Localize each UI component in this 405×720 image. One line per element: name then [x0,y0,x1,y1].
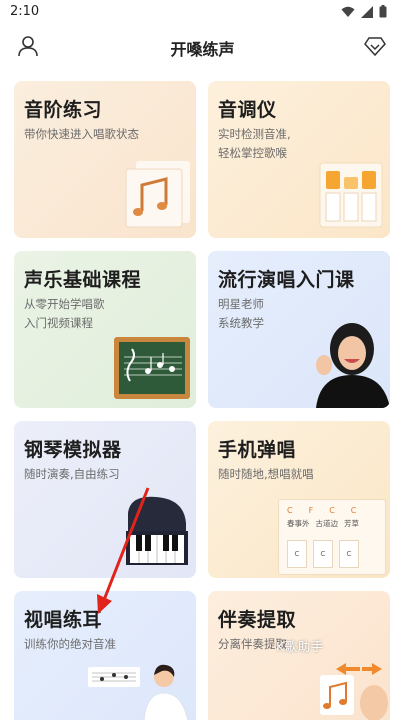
chord-key: C [313,540,333,568]
card-subtitle: 随时演奏,自由练习 [24,467,120,481]
card-pop-singing-course[interactable]: 流行演唱入门课 明星老师 系统教学 [208,251,390,408]
card-title: 音调仪 [218,99,277,121]
card-subtitle: 带你快速进入唱歌状态 [24,127,139,141]
page-title: 开嗓练声 [170,40,235,59]
card-title: 音阶练习 [24,99,103,121]
pitch-bars-illustration [319,162,383,228]
status-bar: 2:10 [0,0,405,26]
card-subtitle: 实时检测音准, 轻松掌控歌喉 [218,127,291,160]
chord-key: C [287,540,307,568]
status-icons [341,5,387,18]
card-sight-singing-ear-training[interactable]: 视唱练耳 训练你的绝对音准 [14,591,196,720]
chord-label: F [308,506,314,515]
singer-with-notes-illustration [88,664,189,720]
card-title: 声乐基础课程 [24,269,142,291]
card-subtitle: 明星老师 系统教学 [218,297,264,330]
chalkboard-illustration [114,337,190,399]
lyric-text: 春事外 [287,519,310,528]
card-accompaniment-extraction[interactable]: 伴奏提取 分离伴奏提取 [208,591,390,720]
vip-diamond-icon[interactable] [363,34,387,58]
card-title: 伴奏提取 [218,609,297,631]
card-mobile-play-sing[interactable]: 手机弹唱 随时随地,想唱就唱 C F C C 春事外 古道边 芳草 C C C [208,421,390,578]
music-note-card-illustration [125,161,190,228]
wifi-icon [341,6,355,17]
chord-label: C [350,506,357,515]
status-time: 2:10 [10,4,40,19]
card-pitch-meter[interactable]: 音调仪 实时检测音准, 轻松掌控歌喉 [208,81,390,238]
card-subtitle: 训练你的绝对音准 [24,637,116,651]
chord-label: C [287,506,293,515]
card-title: 视唱练耳 [24,609,103,631]
lyric-text: 芳草 [344,519,359,528]
battery-icon [379,5,387,18]
chord-chart-illustration: C F C C 春事外 古道边 芳草 C C C [278,499,386,575]
card-piano-simulator[interactable]: 钢琴模拟器 随时演奏,自由练习 [14,421,196,578]
card-title: 手机弹唱 [218,439,297,461]
lyric-text: 古道边 [315,519,339,528]
grand-piano-illustration [126,496,188,565]
card-scale-practice[interactable]: 音阶练习 带你快速进入唱歌状态 [14,81,196,238]
separate-arrows-illustration [320,663,388,720]
app-header: 开嗓练声 [0,28,405,64]
chord-label: C [329,506,335,515]
signal-icon [361,5,373,18]
teacher-photo-illustration [316,323,390,408]
chord-key: C [339,540,359,568]
card-subtitle: 随时随地,想唱就唱 [218,467,314,481]
card-title: 流行演唱入门课 [218,269,355,291]
card-title: 钢琴模拟器 [24,439,122,461]
watermark-text: K歌助手 [276,639,324,654]
card-subtitle: 从零开始学唱歌 入门视频课程 [24,297,105,330]
card-vocal-basics-course[interactable]: 声乐基础课程 从零开始学唱歌 入门视频课程 [14,251,196,408]
